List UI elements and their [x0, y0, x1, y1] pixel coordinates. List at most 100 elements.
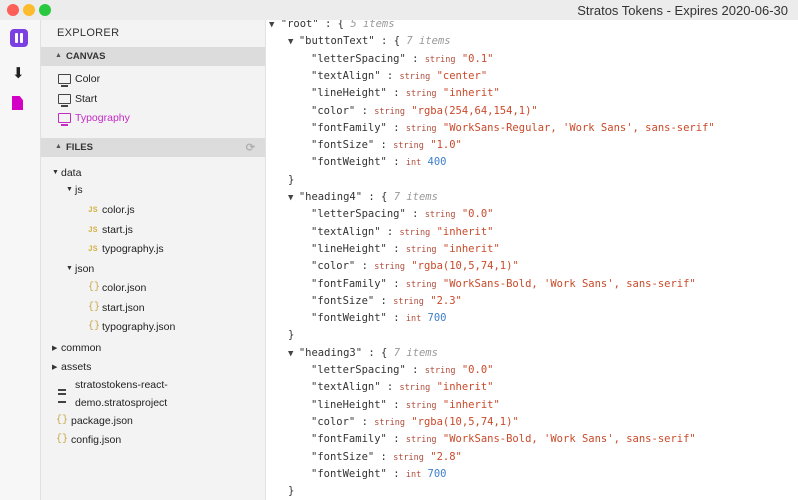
value-type: string	[399, 71, 431, 82]
tree-property-line[interactable]: "textAlign" : string "inherit"	[311, 381, 493, 393]
tree-property-line[interactable]: "fontSize" : string "1.0"	[311, 139, 462, 151]
tree-group-line[interactable]: ▼ "heading4" : { 7 items	[288, 191, 438, 203]
colon: :	[386, 69, 394, 82]
tree-property-line[interactable]: "fontWeight" : int 700	[311, 312, 447, 324]
value-type: int	[405, 314, 422, 325]
close-brace: }	[288, 329, 295, 342]
tree-file-config-json[interactable]: config.json	[71, 434, 121, 446]
tree-property-line[interactable]: "fontSize" : string "2.3"	[311, 295, 462, 307]
chevron-down-icon: ▼	[288, 37, 299, 48]
tree-file-color-js[interactable]: color.js	[102, 204, 135, 216]
tree-property-line[interactable]: "fontFamily" : string "WorkSans-Regular,…	[311, 122, 715, 134]
value-type: string	[424, 54, 456, 65]
tree-file-typography-js[interactable]: typography.js	[102, 243, 164, 255]
tree-folder-data[interactable]: data	[61, 167, 81, 179]
tree-property-line[interactable]: "fontFamily" : string "WorkSans-Bold, 'W…	[311, 278, 696, 290]
tree-file-color-json[interactable]: color.json	[102, 282, 146, 294]
json-file-icon: {}	[88, 282, 101, 293]
group-key: "buttonText"	[298, 35, 375, 48]
tree-root-line[interactable]: ▼ "root" : { 5 items	[269, 20, 395, 30]
item-count: 7 items	[393, 191, 438, 203]
minimize-window-button[interactable]	[23, 4, 35, 16]
chevron-down-icon: ▼	[52, 169, 59, 176]
zoom-window-button[interactable]	[39, 4, 51, 16]
tree-folder-common[interactable]: common	[61, 342, 101, 354]
tree-property-line[interactable]: "letterSpacing" : string "0.0"	[311, 364, 493, 376]
property-key: "fontWeight"	[311, 312, 387, 325]
close-window-button[interactable]	[7, 4, 19, 16]
close-brace: }	[288, 173, 295, 186]
property-key: "fontSize"	[311, 450, 375, 463]
json-file-icon: {}	[88, 302, 101, 313]
tree-file-typography-json[interactable]: typography.json	[102, 321, 175, 333]
chevron-down-icon: ▼	[66, 265, 73, 272]
colon: :	[386, 381, 394, 394]
property-value: "0.0"	[461, 208, 494, 221]
tree-property-line[interactable]: "color" : string "rgba(10,5,74,1)"	[311, 260, 519, 272]
chevron-right-icon: ▶	[52, 345, 58, 352]
colon: :	[393, 87, 400, 100]
json-file-icon: {}	[56, 434, 69, 445]
activity-rail: ⬇	[0, 20, 41, 500]
colon: :	[393, 156, 400, 169]
property-key: "lineHeight"	[311, 87, 387, 100]
refresh-icon[interactable]: ⟳	[246, 141, 255, 154]
tree-property-line[interactable]: "fontSize" : string "2.8"	[311, 451, 462, 463]
value-type: string	[405, 123, 437, 134]
tree-property-line[interactable]: "lineHeight" : string "inherit"	[311, 243, 500, 255]
colon: :	[393, 467, 400, 480]
download-icon[interactable]: ⬇	[12, 64, 25, 82]
tree-property-line[interactable]: "letterSpacing" : string "0.0"	[311, 208, 493, 220]
value-type: string	[393, 296, 424, 307]
property-value: "2.3"	[430, 294, 462, 307]
tree-folder-assets[interactable]: assets	[61, 361, 91, 373]
tree-file-start-js[interactable]: start.js	[102, 224, 133, 236]
colon: :	[361, 104, 368, 117]
project-file-icon	[58, 389, 66, 403]
property-value: "rgba(254,64,154,1)"	[411, 104, 538, 117]
monitor-icon	[58, 113, 71, 126]
colon: :	[386, 225, 394, 238]
value-type: string	[393, 452, 424, 463]
property-value: 700	[427, 467, 447, 480]
tree-property-line[interactable]: "lineHeight" : string "inherit"	[311, 87, 500, 99]
tree-property-line[interactable]: "letterSpacing" : string "0.1"	[311, 53, 493, 65]
property-value: "1.0"	[430, 139, 462, 152]
canvas-item-typography[interactable]: Typography	[75, 112, 130, 124]
canvas-section-header[interactable]: ▲ CANVAS	[41, 47, 265, 66]
tree-file-stratosproject-cont[interactable]: demo.stratosproject	[75, 397, 167, 409]
stratos-logo-icon[interactable]	[10, 29, 28, 47]
tree-property-line[interactable]: "lineHeight" : string "inherit"	[311, 399, 500, 411]
property-value: 700	[427, 312, 447, 325]
tree-property-line[interactable]: "textAlign" : string "inherit"	[311, 226, 493, 238]
tree-group-line[interactable]: ▼ "heading3" : { 7 items	[288, 347, 438, 359]
tree-property-line[interactable]: "color" : string "rgba(10,5,74,1)"	[311, 416, 519, 428]
tree-file-package-json[interactable]: package.json	[71, 415, 133, 427]
tree-property-line[interactable]: "fontFamily" : string "WorkSans-Bold, 'W…	[311, 433, 696, 445]
property-value: "0.0"	[461, 364, 494, 376]
canvas-item-color[interactable]: Color	[75, 73, 100, 85]
tree-folder-js[interactable]: js	[75, 184, 83, 196]
tree-group-line[interactable]: ▼ "buttonText" : { 7 items	[288, 35, 451, 47]
tree-file-start-json[interactable]: start.json	[102, 302, 145, 314]
chevron-down-icon: ▼	[66, 186, 73, 193]
tree-folder-json[interactable]: json	[75, 263, 94, 275]
file-icon[interactable]	[12, 96, 23, 110]
property-value: "inherit"	[442, 242, 500, 255]
property-key: "fontFamily"	[311, 433, 387, 446]
tree-property-line[interactable]: "textAlign" : string "center"	[311, 70, 487, 82]
json-tree-editor[interactable]: ▼ "root" : { 5 items ▼ "buttonText" : { …	[266, 20, 798, 500]
property-key: "fontFamily"	[311, 121, 387, 134]
colon: :	[393, 121, 400, 134]
tree-property-line[interactable]: "color" : string "rgba(254,64,154,1)"	[311, 105, 538, 117]
close-brace-line: }	[288, 174, 294, 186]
files-section-header[interactable]: ▲ FILES ⟳	[41, 138, 265, 157]
colon: :	[361, 415, 368, 428]
property-key: "textAlign"	[311, 69, 381, 82]
tree-file-stratosproject[interactable]: stratostokens-react-	[75, 379, 168, 391]
property-key: "fontWeight"	[311, 467, 387, 480]
tree-property-line[interactable]: "fontWeight" : int 700	[311, 468, 447, 480]
canvas-item-start[interactable]: Start	[75, 93, 97, 105]
property-value: "WorkSans-Regular, 'Work Sans', sans-ser…	[442, 121, 715, 134]
tree-property-line[interactable]: "fontWeight" : int 400	[311, 156, 447, 168]
